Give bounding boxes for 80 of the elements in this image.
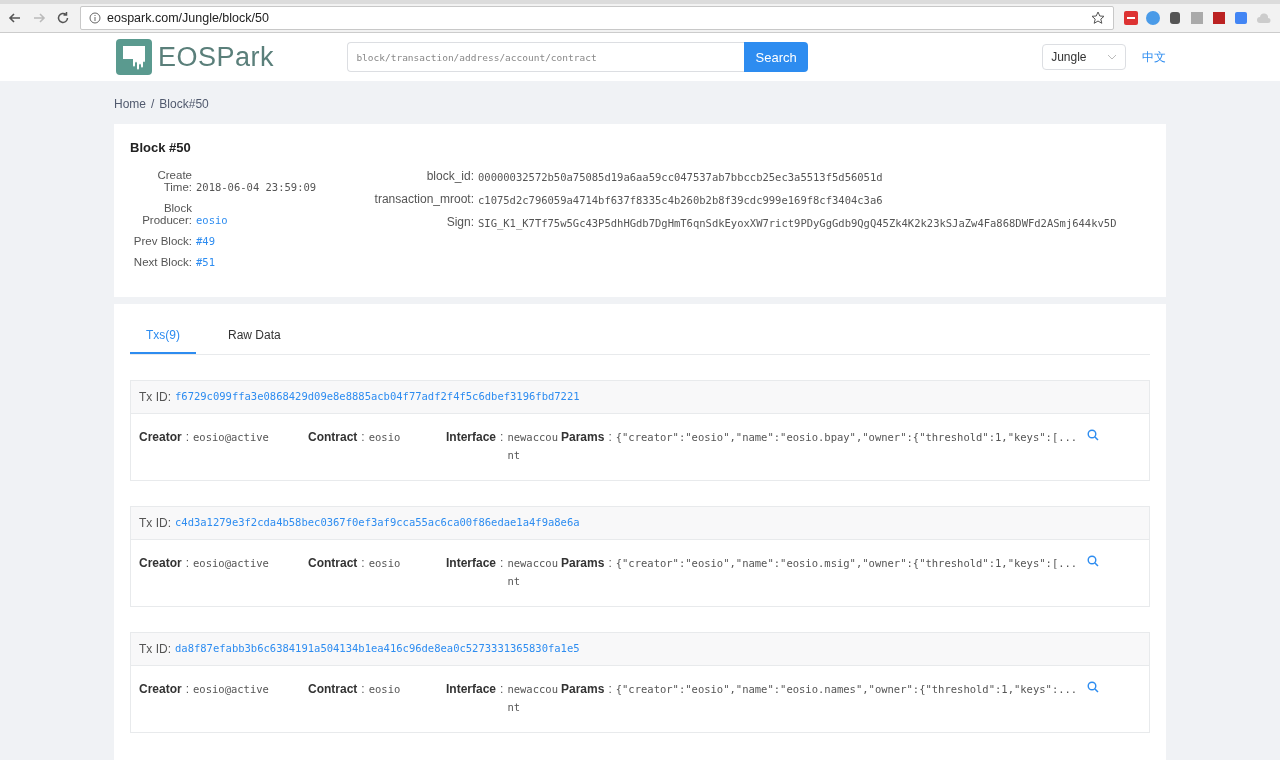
field-value: eosio@active xyxy=(193,682,269,697)
extension-icon[interactable] xyxy=(1212,11,1226,25)
field-label: Params xyxy=(561,681,605,698)
field-label: Creator xyxy=(139,555,182,572)
search-icon[interactable] xyxy=(1087,429,1100,441)
field-label: Block Producer: xyxy=(141,202,193,226)
extension-icon[interactable] xyxy=(1168,11,1182,25)
field-label: Creator xyxy=(139,429,182,446)
params-value: {"creator":"eosio","name":"eosio.bpay","owner":{"threshold":1,"keys":[... xyxy=(615,430,1078,445)
tx-id-label: Tx ID: xyxy=(139,642,171,656)
search-icon[interactable] xyxy=(1087,555,1100,567)
breadcrumb-link[interactable]: Block#50 xyxy=(159,97,209,111)
field-label: Sign: xyxy=(445,215,475,229)
field-label: Prev Block: xyxy=(132,235,193,247)
field-label: block_id: xyxy=(425,169,475,183)
tx-id-link[interactable]: f6729c099ffa3e0868429d09e8e8885acb04f77adf2f4f5c6dbef3196fbd7221 xyxy=(175,390,580,404)
field-label: Contract xyxy=(308,681,358,698)
separator: : xyxy=(185,681,190,698)
separator: : xyxy=(500,681,504,698)
search-icon[interactable] xyxy=(1087,681,1100,693)
field-label: Creator xyxy=(139,681,182,698)
tx-id-link[interactable]: c4d3a1279e3f2cda4b58bec0367f0ef3af9cca55ac6ca00f86edae1a4f9a8e6a xyxy=(175,516,580,530)
field-value: SIG_K1_K7Tf75w5Gc43P5dhHGdb7DgHmT6qnSdkEyoxXW7rict9PDyGgGdb9QgQ45Zk4K2k23kSJaZw4Fa868DWFd2ASmj644kv5D xyxy=(478,217,1117,229)
tx-id-label: Tx ID: xyxy=(139,390,171,404)
field-value: 00000032572b50a75085d19a6aa59cc047537ab7bbccb25ec3a5513f5d56051d xyxy=(478,171,883,183)
field-label: Interface xyxy=(446,555,497,572)
separator: : xyxy=(361,681,365,698)
field-value: eosio xyxy=(368,682,401,697)
separator: : xyxy=(185,429,190,446)
tab[interactable]: Raw Data xyxy=(212,318,297,354)
star-icon[interactable] xyxy=(1091,11,1105,25)
separator: : xyxy=(500,429,504,446)
separator: : xyxy=(500,555,504,572)
field-value: newaccount xyxy=(507,430,559,463)
field-label: transaction_mroot: xyxy=(373,192,475,206)
field-value: eosio xyxy=(368,430,401,445)
logo-icon xyxy=(116,39,152,75)
language-link[interactable]: 中文 xyxy=(1142,48,1166,66)
separator: : xyxy=(608,681,612,698)
reload-icon[interactable] xyxy=(56,11,70,25)
search-button[interactable]: Search xyxy=(744,42,809,72)
breadcrumb-link[interactable]: Home xyxy=(114,97,146,111)
info-icon xyxy=(89,12,101,24)
search-field[interactable]: block/transaction/address/account/contract xyxy=(347,42,745,72)
field-value: newaccount xyxy=(507,556,559,589)
field-value: c1075d2c796059a4714bf637f8335c4b260b2b8f39cdc999e169f8cf3404c3a6 xyxy=(478,194,883,206)
chevron-down-icon xyxy=(1107,54,1117,60)
logo-text[interactable]: EOSPark xyxy=(158,41,275,73)
field-label: Interface xyxy=(446,429,497,446)
back-icon[interactable] xyxy=(8,11,22,25)
params-value: {"creator":"eosio","name":"eosio.msig","owner":{"threshold":1,"keys":[... xyxy=(615,556,1078,571)
field-label: Contract xyxy=(308,555,358,572)
field-value: eosio@active xyxy=(193,430,269,445)
address-bar[interactable]: eospark.com/Jungle/block/50 xyxy=(80,6,1114,30)
field-link[interactable]: #49 xyxy=(196,235,215,247)
field-label: Create Time: xyxy=(156,169,193,193)
tab[interactable]: Txs(9) xyxy=(130,318,196,354)
field-value: 2018-06-04 23:59:09 xyxy=(196,181,317,193)
field-value: eosio xyxy=(368,556,401,571)
field-link[interactable]: eosio xyxy=(196,214,228,226)
breadcrumb-separator: / xyxy=(151,97,155,111)
params-value: {"creator":"eosio","name":"eosio.names","owner":{"threshold":1,"keys":... xyxy=(615,682,1078,697)
field-value: newaccount xyxy=(507,682,559,715)
separator: : xyxy=(361,429,365,446)
field-label: Interface xyxy=(446,681,497,698)
field-label: Next Block: xyxy=(132,256,193,268)
tx-id-label: Tx ID: xyxy=(139,516,171,530)
separator: : xyxy=(361,555,365,572)
block-title: Block #50 xyxy=(130,140,192,155)
separator: : xyxy=(608,429,612,446)
field-label: Params xyxy=(561,429,605,446)
field-label: Contract xyxy=(308,429,358,446)
network-dropdown[interactable]: Jungle xyxy=(1042,44,1126,70)
field-label: Params xyxy=(561,555,605,572)
field-value: eosio@active xyxy=(193,556,269,571)
separator: : xyxy=(608,555,612,572)
tx-id-link[interactable]: da8f87efabb3b6c6384191a504134b1ea416c96de8ea0c5273331365830fa1e5 xyxy=(175,642,580,656)
separator: : xyxy=(185,555,190,572)
field-link[interactable]: #51 xyxy=(196,256,215,268)
extension-icon[interactable] xyxy=(1124,11,1138,25)
